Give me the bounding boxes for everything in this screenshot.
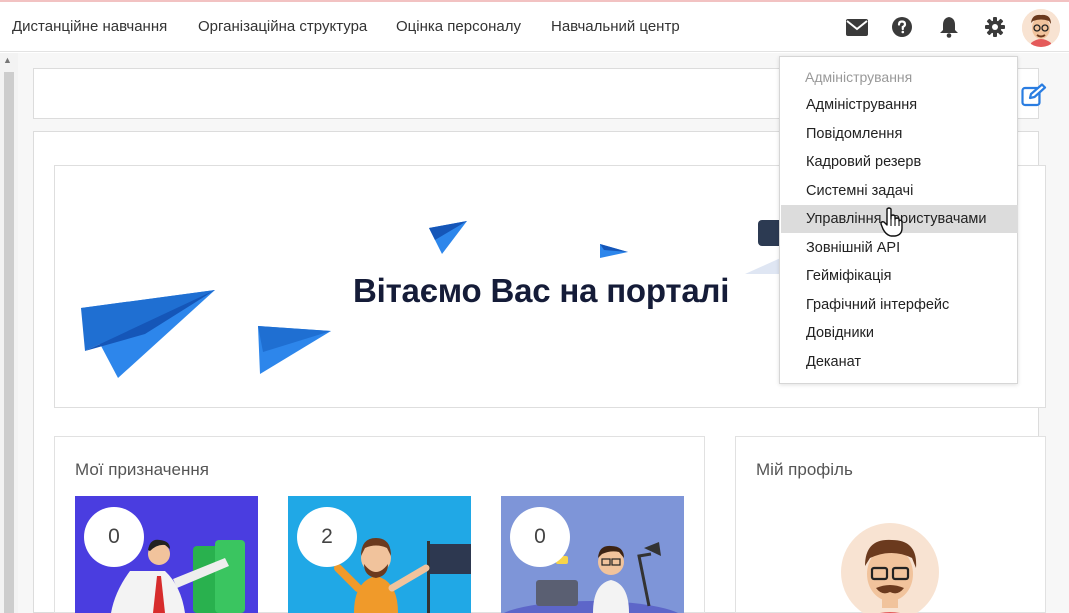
menu-item-administration[interactable]: Адміністрування	[781, 91, 1018, 119]
menu-item-deans-office[interactable]: Деканат	[781, 348, 1018, 376]
scrollbar-thumb[interactable]	[4, 72, 14, 613]
assignment-tile-3[interactable]: 0	[501, 496, 684, 613]
nav-org-structure[interactable]: Організаційна структура	[198, 18, 367, 35]
top-navigation-bar: Дистанційне навчання Організаційна струк…	[0, 0, 1069, 52]
menu-item-personnel-reserve[interactable]: Кадровий резерв	[781, 148, 1018, 176]
menu-section-header: Адміністрування	[805, 69, 913, 85]
question-circle-icon[interactable]	[890, 15, 914, 39]
nav-training-center[interactable]: Навчальний центр	[551, 18, 680, 35]
profile-avatar[interactable]	[840, 522, 940, 613]
nav-staff-evaluation[interactable]: Оцінка персоналу	[396, 18, 521, 35]
assignment-count-badge: 0	[84, 507, 144, 567]
assignment-tile-1[interactable]: 0	[75, 496, 258, 613]
hand-pointer-cursor-icon	[880, 207, 904, 237]
my-profile-title: Мій профіль	[756, 460, 853, 479]
nav-distance-learning[interactable]: Дистанційне навчання	[12, 18, 167, 35]
bell-icon[interactable]	[937, 15, 961, 39]
menu-item-notifications[interactable]: Повідомлення	[781, 120, 1018, 148]
menu-item-graphical-interface[interactable]: Графічний інтерфейс	[781, 291, 1018, 319]
menu-item-directories[interactable]: Довідники	[781, 319, 1018, 347]
scroll-up-arrow-icon[interactable]: ▲	[3, 55, 13, 65]
assignment-tile-2[interactable]: 2	[288, 496, 471, 613]
assignment-count-badge: 2	[297, 507, 357, 567]
menu-item-system-tasks[interactable]: Системні задачі	[781, 177, 1018, 205]
menu-item-gamification[interactable]: Гейміфікація	[781, 262, 1018, 290]
my-assignments-title: Мої призначення	[75, 460, 209, 479]
edit-icon[interactable]	[1021, 83, 1047, 107]
assignment-count-badge: 0	[510, 507, 570, 567]
welcome-title: Вітаємо Вас на порталі	[353, 272, 730, 309]
gear-icon[interactable]	[983, 15, 1007, 39]
user-avatar[interactable]	[1022, 9, 1060, 47]
envelope-icon[interactable]	[845, 15, 869, 39]
menu-item-external-api[interactable]: Зовнішній API	[781, 234, 1018, 262]
